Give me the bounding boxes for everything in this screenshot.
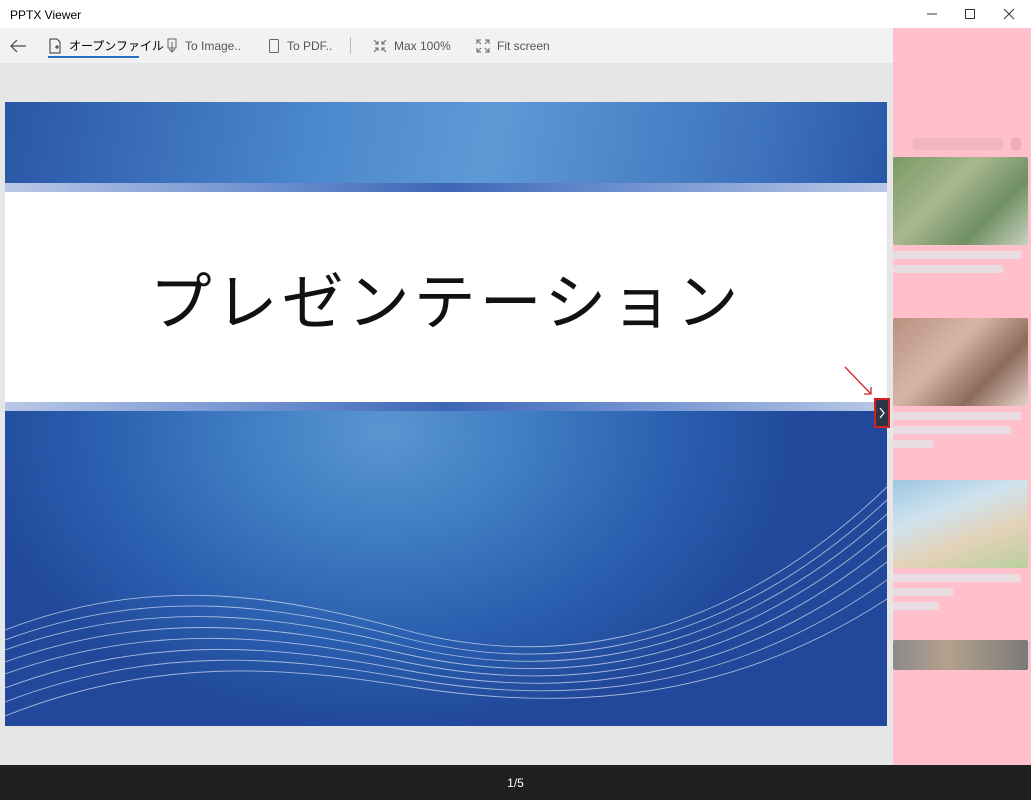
ad-text-blur	[893, 251, 1021, 259]
to-pdf-button[interactable]: To PDF..	[268, 28, 332, 63]
ad-card[interactable]	[893, 157, 1028, 273]
ad-card[interactable]	[893, 480, 1028, 610]
ad-text-blur	[893, 588, 953, 596]
ad-panel[interactable]	[893, 28, 1031, 765]
ad-text-blur	[893, 440, 933, 448]
to-image-label: To Image..	[185, 38, 242, 53]
image-export-icon	[167, 38, 177, 53]
active-tab-underline	[48, 56, 139, 58]
toolbar-separator	[350, 37, 351, 54]
ad-card[interactable]	[893, 318, 1028, 448]
status-bar: 1/5	[0, 765, 1031, 800]
ad-image	[893, 640, 1028, 670]
open-file-icon	[49, 38, 61, 53]
max-100-label: Max 100%	[394, 38, 451, 53]
ad-text-blur	[893, 265, 1003, 273]
slide-wave-lines	[5, 486, 887, 717]
slide-canvas: プレゼンテーション	[5, 102, 887, 726]
ad-image	[893, 480, 1028, 568]
shrink-icon	[373, 39, 387, 52]
title-bar: PPTX Viewer	[0, 0, 1031, 28]
ad-image	[893, 318, 1028, 406]
next-slide-button[interactable]	[874, 398, 890, 428]
open-file-label: オープンファイル	[69, 39, 164, 53]
page-indicator: 1/5	[507, 775, 524, 790]
close-icon	[1003, 8, 1015, 20]
ad-close-blur	[1011, 138, 1021, 150]
pdf-export-icon	[269, 38, 279, 53]
ad-image	[893, 157, 1028, 245]
fit-screen-button[interactable]: Fit screen	[476, 28, 550, 63]
minimize-icon	[927, 13, 937, 15]
back-arrow-icon	[10, 39, 26, 52]
maximize-icon	[965, 9, 975, 19]
ad-header-blur	[913, 138, 1003, 150]
back-button[interactable]	[9, 28, 34, 63]
fit-screen-label: Fit screen	[497, 38, 550, 53]
ad-card[interactable]	[893, 640, 1028, 670]
ad-text-blur	[893, 426, 1011, 434]
ad-text-blur	[893, 574, 1021, 582]
close-button[interactable]	[986, 0, 1031, 28]
to-pdf-label: To PDF..	[287, 38, 333, 53]
expand-icon	[476, 39, 490, 52]
to-image-button[interactable]: To Image..	[166, 28, 241, 63]
chevron-right-icon	[879, 407, 885, 419]
ad-text-blur	[893, 602, 939, 610]
app-title: PPTX Viewer	[10, 8, 82, 22]
max-100-button[interactable]: Max 100%	[373, 28, 451, 63]
ad-text-blur	[893, 412, 1021, 420]
